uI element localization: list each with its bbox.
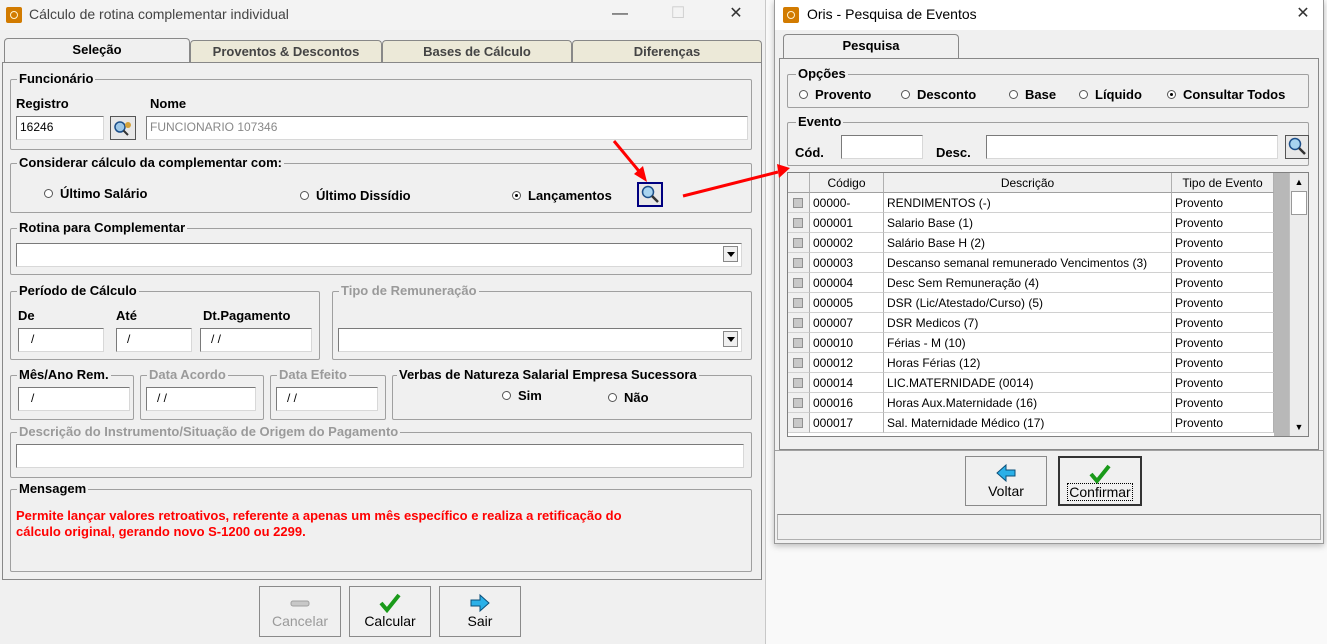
annotation-arrows [612,140,790,198]
annotation-arrow-2 [682,170,779,198]
annotation-arrowhead-2 [777,164,790,178]
